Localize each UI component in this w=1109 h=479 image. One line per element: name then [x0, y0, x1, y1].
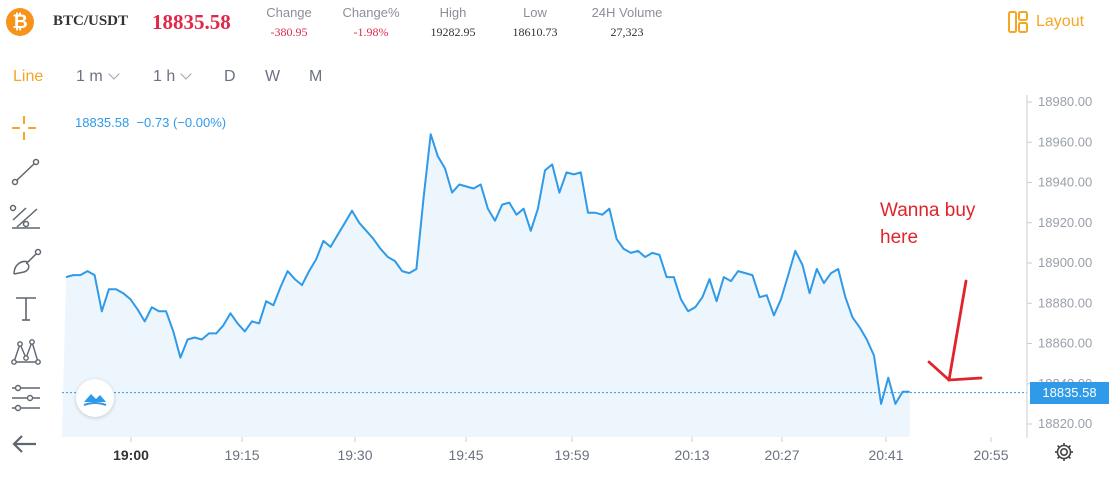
current-price-tag: 18835.58 — [1030, 382, 1109, 404]
y-axis-ticks: 18820.0018840.0018860.0018880.0018900.00… — [1027, 94, 1092, 431]
price-legend: 18835.58 −0.73 (−0.00%) — [75, 115, 226, 130]
x-tick-label: 19:00 — [113, 447, 149, 463]
annotation-line: Wanna buy — [880, 200, 976, 221]
annotation-line: here — [880, 227, 919, 248]
chart-logo-icon — [83, 394, 107, 406]
gear-icon[interactable] — [1053, 441, 1075, 463]
y-tick-label: 18920.00 — [1038, 215, 1092, 230]
x-tick-label: 20:41 — [868, 447, 903, 463]
annotation-note: Wanna buy here — [880, 197, 1010, 251]
y-tick-label: 18960.00 — [1038, 134, 1092, 149]
price-area-fill — [62, 134, 910, 437]
y-tick-label: 18980.00 — [1038, 94, 1092, 109]
x-tick-label: 19:45 — [448, 447, 483, 463]
x-tick-label: 19:59 — [554, 447, 589, 463]
x-tick-label: 20:27 — [764, 447, 799, 463]
legend-price: 18835.58 — [75, 115, 130, 130]
y-tick-label: 18820.00 — [1038, 416, 1092, 431]
chart-logo-button[interactable] — [76, 379, 114, 417]
y-tick-label: 18940.00 — [1038, 175, 1092, 190]
annotation-arrow-icon — [927, 279, 983, 382]
x-tick-label: 19:15 — [224, 447, 259, 463]
y-tick-label: 18900.00 — [1038, 255, 1092, 270]
y-tick-label: 18860.00 — [1038, 336, 1092, 351]
legend-change: −0.73 (−0.00%) — [136, 115, 227, 130]
x-tick-label: 20:13 — [674, 447, 709, 463]
x-tick-label: 19:30 — [337, 447, 372, 463]
x-axis-ticks: 19:00 19:15 19:30 19:45 19:59 20:13 20:27 20:41… — [113, 437, 1009, 463]
y-tick-label: 18880.00 — [1038, 295, 1092, 310]
x-tick-label: 20:55 — [973, 447, 1008, 463]
